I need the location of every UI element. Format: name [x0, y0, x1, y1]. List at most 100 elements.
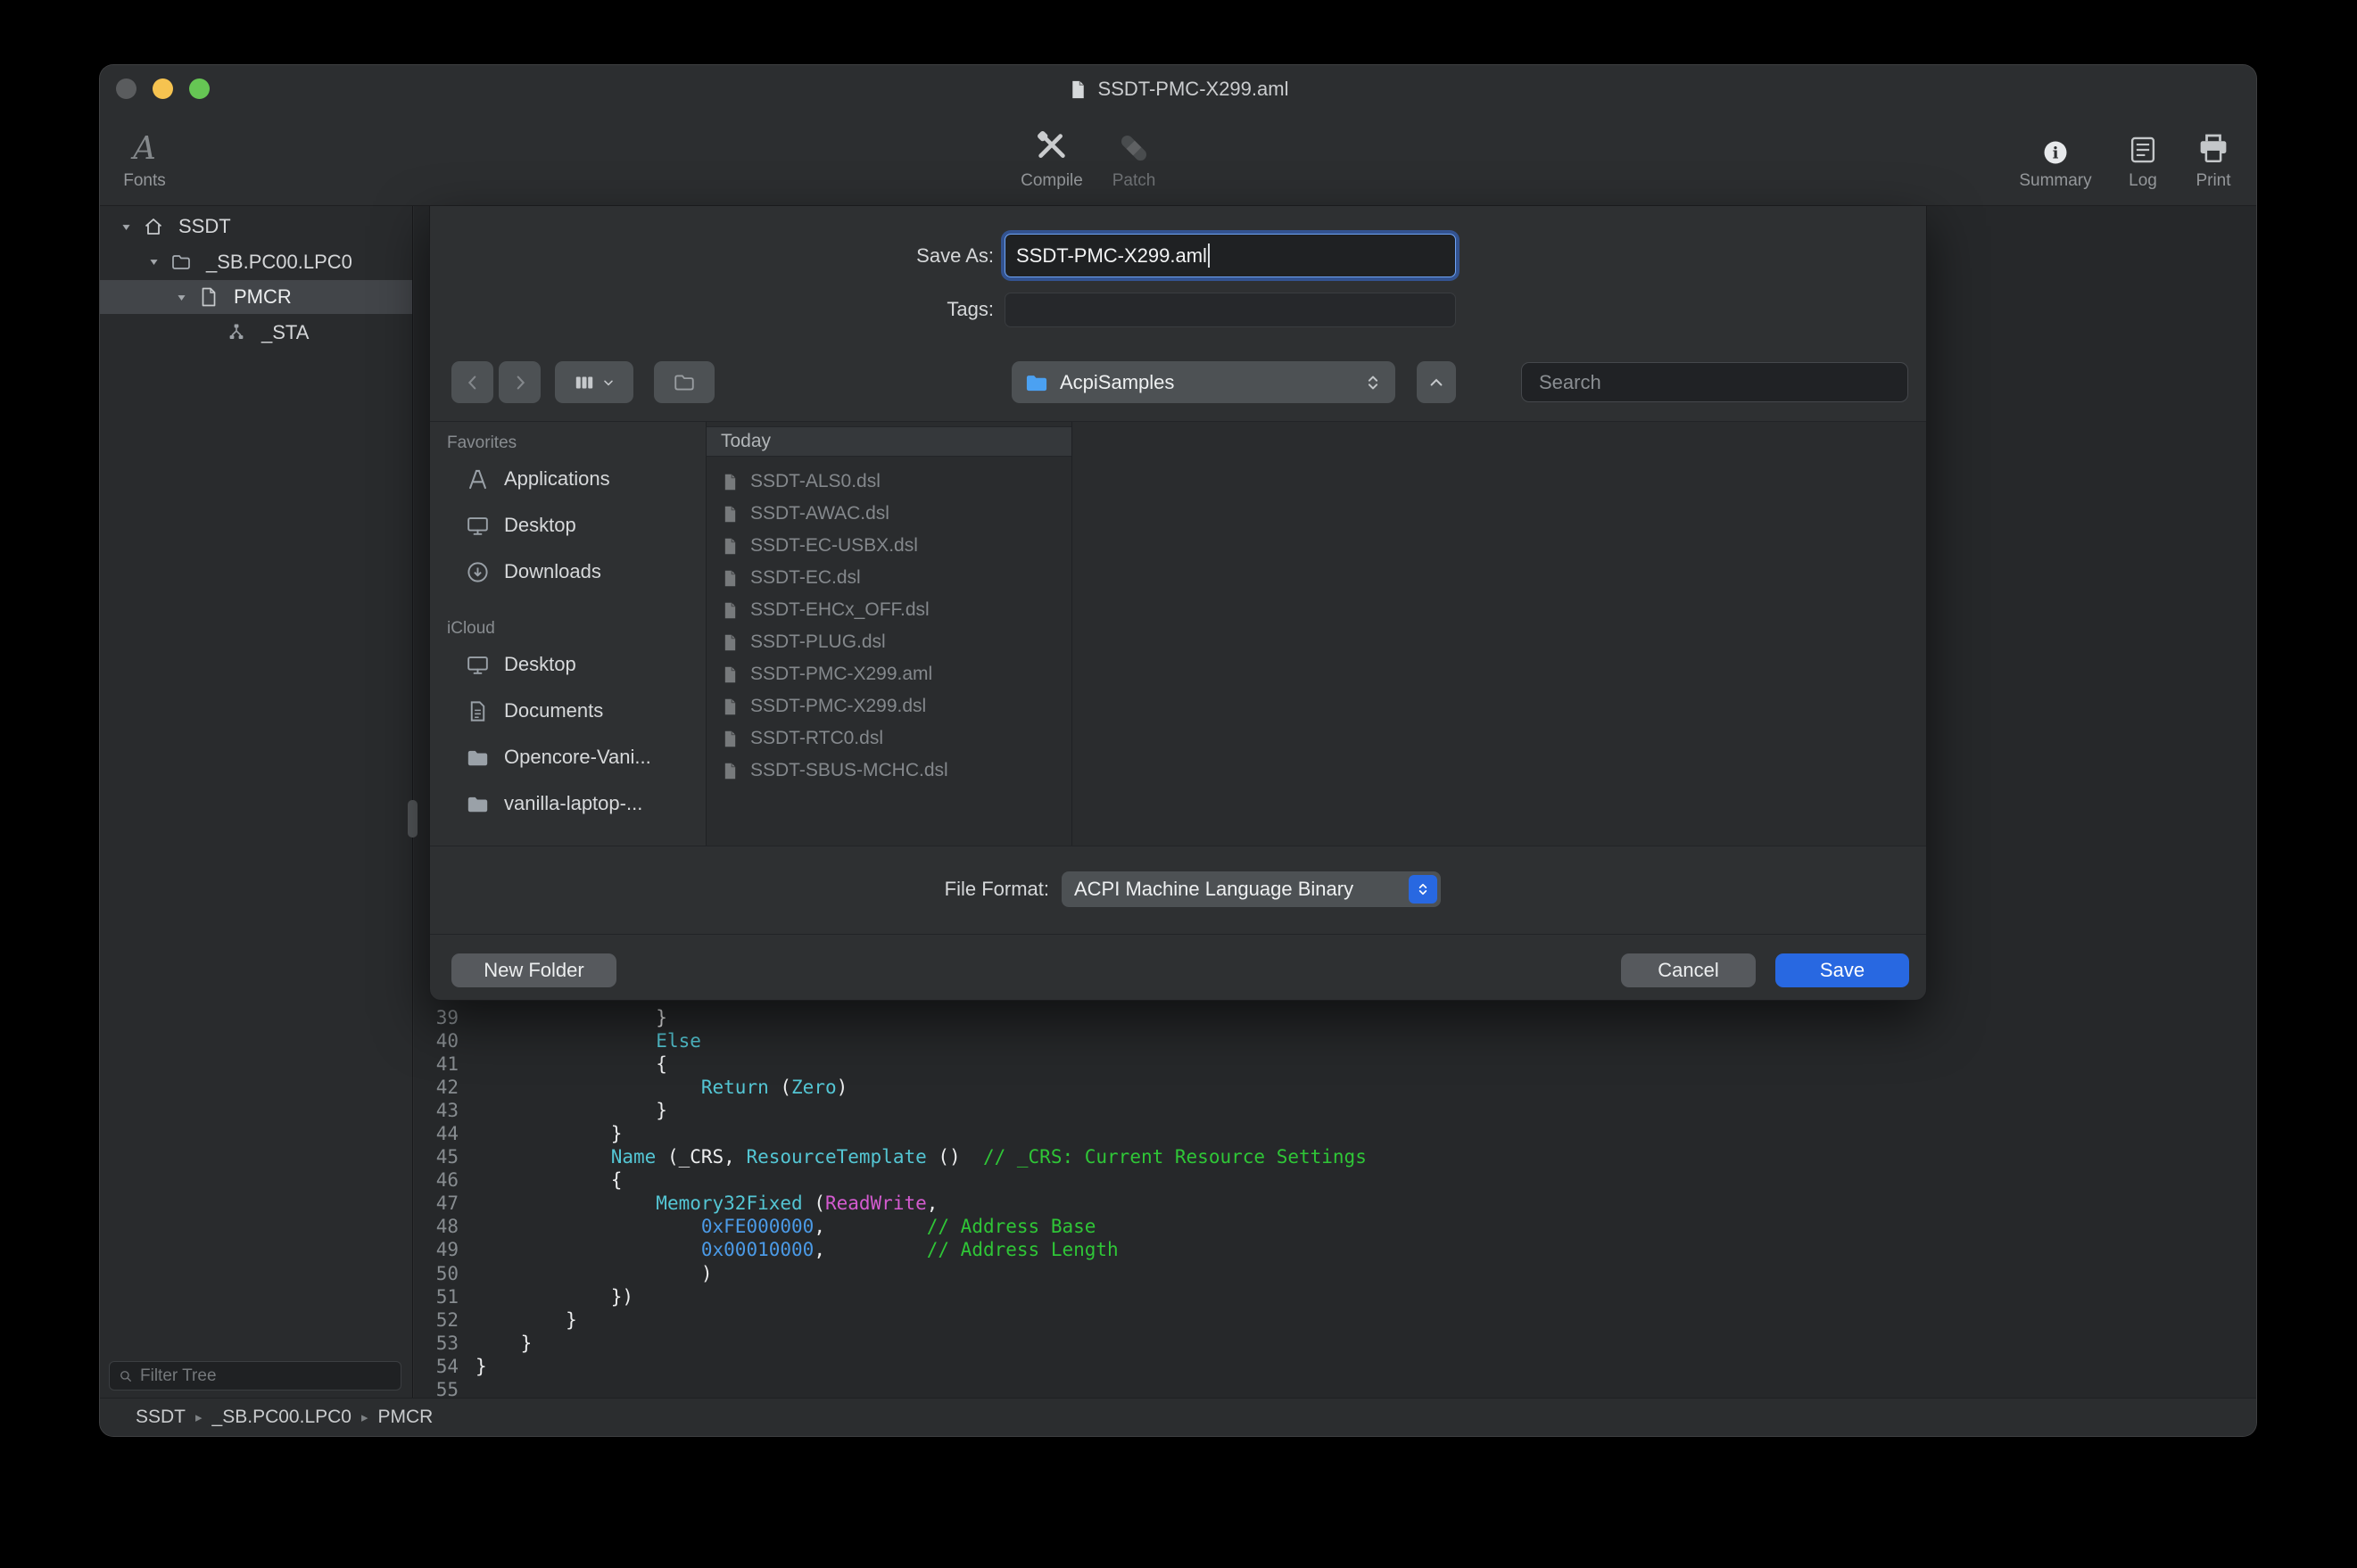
- tree-item-pmcr[interactable]: PMCR: [100, 280, 412, 314]
- code-text: Return (Zero): [476, 1076, 848, 1099]
- up-button[interactable]: [1417, 361, 1456, 403]
- forward-button[interactable]: [499, 361, 541, 403]
- line-number: 51: [414, 1285, 459, 1308]
- file-row-ssdt-sbus-mchc-dsl[interactable]: SSDT-SBUS-MCHC.dsl: [707, 755, 1071, 787]
- tree-item-ssdt[interactable]: SSDT: [100, 210, 412, 243]
- sidebar-item-label: Desktop: [504, 514, 576, 537]
- compile-button[interactable]: Compile: [1007, 120, 1096, 191]
- breadcrumb-separator: ▸: [195, 1409, 203, 1425]
- file-row-ssdt-ec-usbx-dsl[interactable]: SSDT-EC-USBX.dsl: [707, 530, 1071, 562]
- method-icon: [222, 322, 251, 343]
- code-line: 42 Return (Zero): [414, 1076, 2256, 1099]
- search-field[interactable]: [1521, 362, 1908, 402]
- printer-icon: [2196, 120, 2231, 167]
- code-line: 43 }: [414, 1099, 2256, 1122]
- code-text: Memory32Fixed (ReadWrite,: [476, 1192, 938, 1215]
- sidebar-item-label: Documents: [504, 699, 603, 722]
- sidebar-item-label: Opencore-Vani...: [504, 746, 651, 769]
- line-number: 53: [414, 1332, 459, 1355]
- line-number: 55: [414, 1378, 459, 1398]
- fonts-button[interactable]: A Fonts: [100, 120, 189, 191]
- line-number: 52: [414, 1308, 459, 1332]
- line-number: 42: [414, 1076, 459, 1099]
- chevron-down-icon: [601, 375, 616, 390]
- chevron-right-icon: [510, 373, 530, 392]
- sidebar-item-label: Downloads: [504, 560, 601, 583]
- file-row-ssdt-pmc-x299-dsl[interactable]: SSDT-PMC-X299.dsl: [707, 690, 1071, 722]
- code-line: 53 }: [414, 1332, 2256, 1355]
- file-row-ssdt-als0-dsl[interactable]: SSDT-ALS0.dsl: [707, 466, 1071, 498]
- sidebar-item-label: Desktop: [504, 653, 576, 676]
- code-line: 48 0xFE000000, // Address Base: [414, 1215, 2256, 1238]
- compile-icon: [1032, 120, 1071, 167]
- tags-input[interactable]: [1005, 293, 1456, 327]
- tree-item-sta[interactable]: _STA: [100, 316, 412, 350]
- line-number: 50: [414, 1262, 459, 1285]
- sidebar-item-opencore-vani[interactable]: Opencore-Vani...: [430, 734, 706, 780]
- save-as-input[interactable]: SSDT-PMC-X299.aml: [1005, 234, 1456, 277]
- file-row-ssdt-pmc-x299-aml[interactable]: SSDT-PMC-X299.aml: [707, 658, 1071, 690]
- file-format-value: ACPI Machine Language Binary: [1074, 878, 1353, 901]
- folder-action-button[interactable]: [654, 361, 715, 403]
- file-name: SSDT-EC-USBX.dsl: [750, 535, 918, 557]
- folder-icon: [167, 252, 195, 273]
- code-text: }: [476, 1355, 487, 1378]
- sidebar-item-desktop[interactable]: Desktop: [430, 641, 706, 688]
- folder-icon: [1024, 370, 1049, 395]
- line-number: 45: [414, 1145, 459, 1168]
- save-sheet: Save As: SSDT-PMC-X299.aml Tags: AcpiSa: [429, 206, 1927, 1001]
- print-button[interactable]: Print: [2169, 120, 2257, 191]
- sidebar-tree: SSDT_SB.PC00.LPC0PMCR_STA: [100, 206, 412, 1353]
- sidebar-item-documents[interactable]: Documents: [430, 688, 706, 734]
- file-row-ssdt-awac-dsl[interactable]: SSDT-AWAC.dsl: [707, 498, 1071, 530]
- document-icon: [719, 569, 740, 588]
- line-number: 44: [414, 1122, 459, 1145]
- titlebar: SSDT-PMC-X299.aml: [100, 65, 2256, 113]
- home-icon: [139, 216, 168, 237]
- chevron-up-down-icon: [1415, 881, 1431, 897]
- sidebar-item-downloads[interactable]: Downloads: [430, 549, 706, 595]
- code-line: 52 }: [414, 1308, 2256, 1332]
- code-line: 50 ): [414, 1262, 2256, 1285]
- save-as-label: Save As:: [751, 234, 994, 277]
- downloads-icon: [464, 560, 491, 584]
- save-button[interactable]: Save: [1775, 953, 1909, 987]
- print-label: Print: [2196, 171, 2230, 191]
- patch-button[interactable]: Patch: [1089, 120, 1178, 191]
- sidebar-item-label: vanilla-laptop-...: [504, 792, 642, 815]
- file-name: SSDT-ALS0.dsl: [750, 471, 881, 492]
- code-text: Else: [476, 1029, 701, 1052]
- window-title: SSDT-PMC-X299.aml: [100, 65, 2256, 113]
- document-icon: [719, 633, 740, 652]
- summary-button[interactable]: i Summary: [2011, 120, 2100, 191]
- group-header-label: Today: [721, 431, 771, 452]
- chevron-up-down-icon: [1363, 373, 1383, 392]
- file-name: SSDT-EC.dsl: [750, 567, 861, 589]
- svg-text:A: A: [130, 130, 156, 167]
- view-mode-button[interactable]: [555, 361, 633, 403]
- code-line: 40 Else: [414, 1029, 2256, 1052]
- location-popup[interactable]: AcpiSamples: [1012, 361, 1395, 403]
- sidebar-item-applications[interactable]: Applications: [430, 456, 706, 502]
- file-row-ssdt-ec-dsl[interactable]: SSDT-EC.dsl: [707, 562, 1071, 594]
- sidebar-item-desktop[interactable]: Desktop: [430, 502, 706, 549]
- back-button[interactable]: [451, 361, 493, 403]
- group-header: Today: [707, 426, 1071, 457]
- file-format-popup[interactable]: ACPI Machine Language Binary: [1062, 871, 1441, 907]
- cancel-button[interactable]: Cancel: [1621, 953, 1756, 987]
- tree-item-sb-pc00-lpc0[interactable]: _SB.PC00.LPC0: [100, 245, 412, 279]
- file-row-ssdt-plug-dsl[interactable]: SSDT-PLUG.dsl: [707, 626, 1071, 658]
- file-name: SSDT-AWAC.dsl: [750, 503, 889, 524]
- document-icon: [719, 505, 740, 524]
- line-number: 39: [414, 1006, 459, 1029]
- patch-icon: [1115, 120, 1153, 167]
- new-folder-button[interactable]: New Folder: [451, 953, 616, 987]
- applications-icon: [464, 467, 491, 491]
- splitter-handle[interactable]: [408, 800, 418, 838]
- filter-input[interactable]: [140, 1366, 393, 1386]
- file-row-ssdt-ehcx-off-dsl[interactable]: SSDT-EHCx_OFF.dsl: [707, 594, 1071, 626]
- search-input[interactable]: [1539, 371, 1898, 394]
- file-row-ssdt-rtc0-dsl[interactable]: SSDT-RTC0.dsl: [707, 722, 1071, 755]
- sidebar-item-vanilla-laptop[interactable]: vanilla-laptop-...: [430, 780, 706, 827]
- filter-field[interactable]: [109, 1361, 401, 1391]
